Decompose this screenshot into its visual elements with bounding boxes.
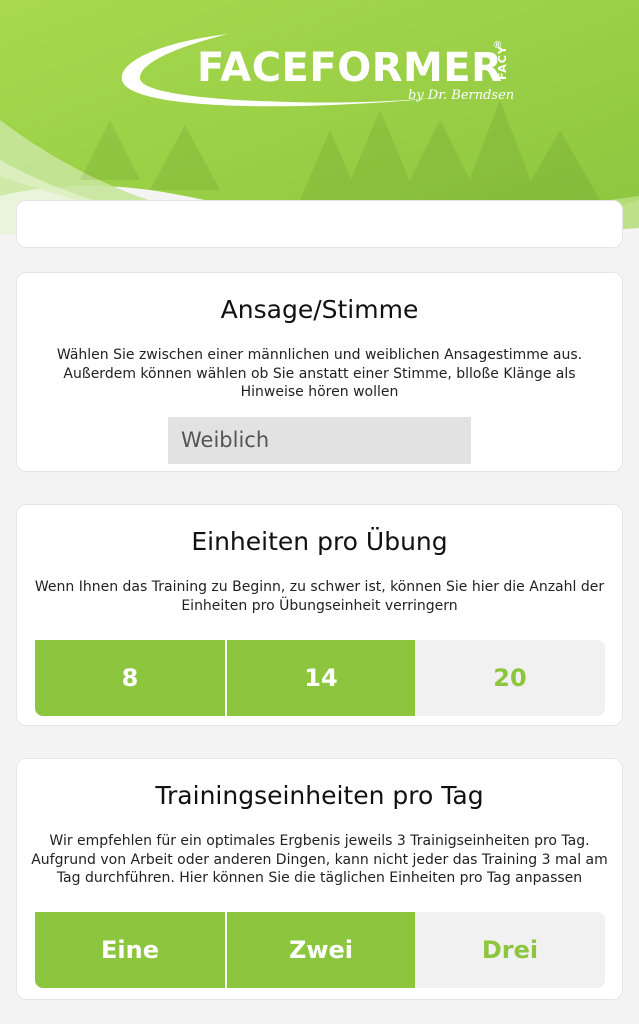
daily-option-one[interactable]: Eine bbox=[35, 912, 225, 988]
daily-option-three[interactable]: Drei bbox=[415, 912, 605, 988]
units-title: Einheiten pro Übung bbox=[191, 527, 448, 556]
units-description: Wenn Ihnen das Training zu Beginn, zu sc… bbox=[34, 579, 605, 614]
units-option-14[interactable]: 14 bbox=[225, 640, 415, 716]
units-option-8[interactable]: 8 bbox=[35, 640, 225, 716]
voice-select[interactable]: Weiblich bbox=[168, 417, 471, 464]
voice-settings-card: Ansage/Stimme Wählen Sie zwischen einer … bbox=[16, 272, 623, 472]
daily-trainings-card: Trainingseinheiten pro Tag Wir empfehlen… bbox=[16, 758, 623, 1000]
voice-title: Ansage/Stimme bbox=[220, 295, 419, 324]
logo-wordmark: FACEFORMER bbox=[197, 46, 502, 90]
daily-title: Trainingseinheiten pro Tag bbox=[155, 781, 484, 810]
logo-byline: by Dr. Berndsen bbox=[408, 88, 515, 103]
units-option-20[interactable]: 20 bbox=[415, 640, 605, 716]
units-per-exercise-card: Einheiten pro Übung Wenn Ihnen das Train… bbox=[16, 504, 623, 726]
units-segmented-control: 8 14 20 bbox=[35, 640, 605, 716]
logo-facy-text: FACY bbox=[496, 45, 509, 80]
logo-former-text: FORMER bbox=[309, 45, 503, 91]
daily-option-two[interactable]: Zwei bbox=[225, 912, 415, 988]
voice-description: Wählen Sie zwischen einer männlichen und… bbox=[56, 347, 583, 400]
logo-face-text: FACE bbox=[197, 45, 310, 91]
previous-settings-card bbox=[16, 200, 623, 248]
daily-description: Wir empfehlen für ein optimales Ergbenis… bbox=[31, 833, 608, 886]
daily-segmented-control: Eine Zwei Drei bbox=[35, 912, 605, 988]
